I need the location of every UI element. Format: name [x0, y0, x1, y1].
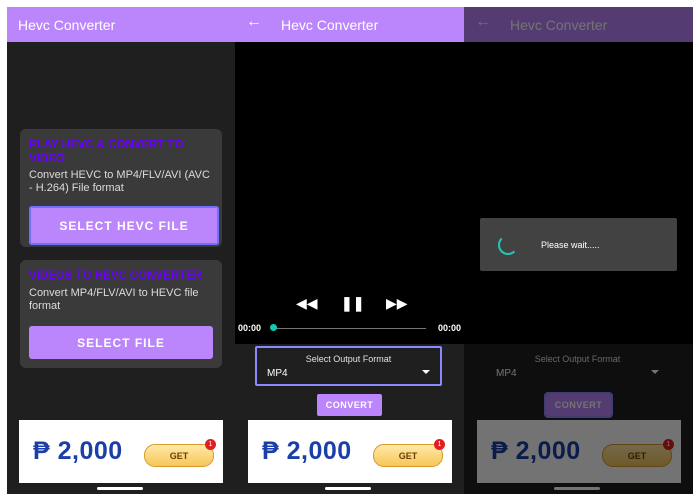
- rewind-icon[interactable]: ◀◀: [296, 295, 318, 312]
- card-title: VIDEOS TO HEVC CONVERTER: [29, 270, 202, 282]
- select-hevc-file-button[interactable]: SELECT HEVC FILE: [29, 206, 219, 245]
- ad-price: ₱ 2,000: [33, 437, 123, 465]
- screen-converting: ← Hevc Converter Select Output Format MP…: [464, 7, 693, 494]
- output-format-value: MP4: [267, 368, 288, 379]
- select-file-button[interactable]: SELECT FILE: [29, 326, 213, 359]
- back-arrow-icon[interactable]: ←: [246, 13, 262, 31]
- app-title: Hevc Converter: [281, 17, 379, 33]
- ad-banner[interactable]: ₱ 2,000 GET 1: [19, 420, 223, 483]
- ad-badge: 1: [434, 439, 445, 450]
- gesture-bar[interactable]: [97, 487, 143, 490]
- loading-spinner-icon: [498, 235, 518, 255]
- app-bar: ← Hevc Converter: [235, 7, 464, 42]
- card-play-hevc: PLAY HEVC & CONVERT TO VIDEO Convert HEV…: [20, 129, 222, 247]
- ad-get-button[interactable]: GET: [144, 444, 214, 467]
- card-description: Convert HEVC to MP4/FLV/AVI (AVC - H.264…: [29, 169, 210, 194]
- card-title: PLAY HEVC & CONVERT TO VIDEO: [29, 139, 184, 165]
- current-time: 00:00: [238, 323, 262, 333]
- app-bar: Hevc Converter: [7, 7, 235, 42]
- card-videos-to-hevc: VIDEOS TO HEVC CONVERTER Convert MP4/FLV…: [20, 260, 222, 368]
- pause-icon[interactable]: ❚❚: [341, 295, 364, 312]
- progress-message: Please wait.....: [541, 240, 600, 250]
- fast-forward-icon[interactable]: ▶▶: [386, 295, 408, 312]
- output-format-label: Select Output Format: [305, 354, 392, 364]
- progress-dialog: Please wait.....: [480, 218, 677, 271]
- screen-player: ← Hevc Converter ◀◀ ❚❚ ▶▶ 00:00 00:00 Se…: [235, 7, 464, 494]
- dropdown-caret-icon: [422, 370, 430, 374]
- ad-get-button[interactable]: GET: [373, 444, 443, 467]
- convert-button[interactable]: CONVERT: [317, 394, 382, 416]
- seek-bar[interactable]: [273, 328, 426, 329]
- total-time: 00:00: [438, 323, 462, 333]
- screen-home: Hevc Converter PLAY HEVC & CONVERT TO VI…: [7, 7, 235, 494]
- card-description: Convert MP4/FLV/AVI to HEVC file format: [29, 287, 199, 312]
- ad-price: ₱ 2,000: [262, 437, 352, 465]
- app-title: Hevc Converter: [18, 17, 116, 33]
- seek-thumb[interactable]: [270, 324, 277, 331]
- ad-banner[interactable]: ₱ 2,000 GET 1: [248, 420, 452, 483]
- output-format-select[interactable]: Select Output Format MP4: [255, 346, 442, 386]
- gesture-bar[interactable]: [325, 487, 371, 490]
- ad-badge: 1: [205, 439, 216, 450]
